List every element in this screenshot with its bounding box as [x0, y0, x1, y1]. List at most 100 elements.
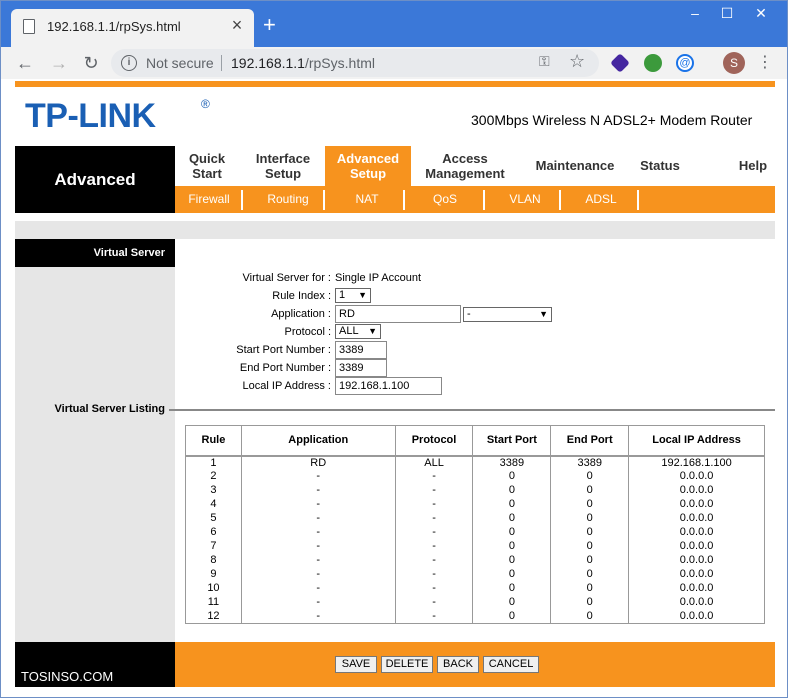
table-header-row: Rule Application Protocol Start Port End Por… — [185, 425, 765, 456]
protocol-label: Protocol : — [284, 326, 331, 338]
delete-button[interactable]: DELETE — [381, 656, 433, 673]
end-port-label: End Port Number : — [239, 362, 331, 374]
protocol-select[interactable]: ALL ▼ — [335, 324, 381, 339]
table-cell: 0 — [550, 511, 630, 526]
chevron-down-icon: ▼ — [539, 309, 548, 319]
info-icon[interactable]: i — [121, 55, 137, 71]
browser-window: 192.168.1.1/rpSys.html × + – ☐ ✕ ← → ↻ i… — [0, 0, 788, 698]
cancel-button[interactable]: CANCEL — [483, 656, 539, 673]
nav-status[interactable]: Status — [633, 158, 687, 173]
table-cell: - — [394, 539, 474, 554]
table-row: 6- -0 0 0.0.0.0 — [185, 525, 765, 540]
rule-index-select[interactable]: 1 ▼ — [335, 288, 371, 303]
key-icon[interactable]: ⚿ — [539, 53, 550, 70]
bookmark-star-icon[interactable]: ☆ — [569, 51, 585, 72]
local-ip-input[interactable]: 192.168.1.100 — [335, 377, 442, 395]
table-cell: - — [394, 581, 474, 596]
table-cell: 0.0.0.0 — [628, 595, 765, 610]
table-cell: - — [240, 553, 396, 568]
nav-access-management[interactable]: Access Management — [419, 151, 511, 181]
maximize-button[interactable]: ☐ — [715, 5, 739, 22]
section-title: Advanced — [54, 170, 136, 189]
subnav-adsl[interactable]: ADSL — [579, 192, 623, 206]
nav-quick-start[interactable]: Quick Start — [175, 151, 239, 181]
back-button[interactable]: ← — [13, 51, 37, 75]
table-row: 5- -0 0 0.0.0.0 — [185, 511, 765, 526]
table-cell: 0 — [550, 567, 630, 582]
browser-tab[interactable]: 192.168.1.1/rpSys.html × — [11, 9, 254, 47]
left-column — [15, 239, 175, 642]
close-window-button[interactable]: ✕ — [749, 5, 773, 22]
nav-maintenance[interactable]: Maintenance — [529, 158, 621, 173]
virtual-server-table: Rule Application Protocol Start Port End Por… — [185, 425, 765, 624]
table-cell: 5 — [185, 511, 242, 526]
subnav-firewall[interactable]: Firewall — [183, 192, 235, 206]
table-cell: 0 — [472, 469, 552, 484]
application-input[interactable]: RD — [335, 305, 461, 323]
reload-button[interactable]: ↻ — [79, 51, 103, 75]
back-button[interactable]: BACK — [437, 656, 479, 673]
rule-index-label: Rule Index : — [272, 290, 331, 302]
profile-avatar[interactable]: S — [723, 52, 745, 74]
table-cell: 12 — [185, 609, 242, 624]
table-cell: - — [394, 469, 474, 484]
table-cell: - — [394, 595, 474, 610]
application-select[interactable]: - ▼ — [463, 307, 552, 322]
end-port-input[interactable]: 3389 — [335, 359, 387, 377]
extension-diamond-icon[interactable] — [610, 53, 630, 73]
table-cell: 9 — [185, 567, 242, 582]
nav-advanced-setup[interactable]: Advanced Setup — [325, 146, 411, 186]
content-divider — [15, 221, 775, 239]
table-cell: 3389 — [472, 454, 552, 470]
address-bar[interactable]: i Not secure 192.168.1.1/rpSys.html ⚿ ☆ — [111, 49, 599, 77]
table-cell: 0 — [472, 525, 552, 540]
table-cell: 0.0.0.0 — [628, 539, 765, 554]
listing-divider — [169, 409, 775, 411]
browser-menu-icon[interactable]: ⋮ — [757, 51, 773, 75]
table-cell: 2 — [185, 469, 242, 484]
table-cell: - — [394, 567, 474, 582]
table-cell: 0.0.0.0 — [628, 511, 765, 526]
subnav-vlan[interactable]: VLAN — [503, 192, 547, 206]
new-tab-button[interactable]: + — [263, 14, 276, 36]
virtual-server-for-label: Virtual Server for : — [242, 272, 331, 284]
save-button[interactable]: SAVE — [335, 656, 377, 673]
subnav-routing[interactable]: Routing — [261, 192, 315, 206]
virtual-server-for-value: Single IP Account — [335, 272, 422, 284]
table-row: 7- -0 0 0.0.0.0 — [185, 539, 765, 554]
table-cell: - — [240, 469, 396, 484]
table-row: 8- -0 0 0.0.0.0 — [185, 553, 765, 568]
subnav-qos[interactable]: QoS — [423, 192, 467, 206]
subnav-separator — [559, 190, 561, 210]
nav-interface-setup[interactable]: Interface Setup — [247, 151, 319, 181]
minimize-button[interactable]: – — [683, 5, 707, 21]
extension-at-icon[interactable]: @ — [676, 54, 694, 72]
table-cell: 0.0.0.0 — [628, 525, 765, 540]
nav-help[interactable]: Help — [731, 158, 775, 173]
document-icon — [23, 19, 35, 34]
table-cell: - — [240, 497, 396, 512]
table-body: 1 RD ALL 3389 3389 192.168.1.100 2- -0 0 0.0.0.0 3… — [185, 454, 765, 624]
table-cell: 8 — [185, 553, 242, 568]
forward-button[interactable]: → — [47, 51, 71, 75]
table-cell: 4 — [185, 497, 242, 512]
table-cell: 0.0.0.0 — [628, 483, 765, 498]
url-text[interactable]: 192.168.1.1/rpSys.html — [231, 55, 375, 71]
table-cell: - — [394, 483, 474, 498]
table-cell: - — [394, 497, 474, 512]
close-tab-icon[interactable]: × — [227, 15, 247, 35]
watermark-text: TOSINSO.COM — [21, 669, 114, 684]
subnav-separator — [637, 190, 639, 210]
extension-globe-icon[interactable] — [644, 54, 662, 72]
start-port-input[interactable]: 3389 — [335, 341, 387, 359]
table-cell: - — [240, 483, 396, 498]
table-cell: 0 — [472, 497, 552, 512]
table-cell: ALL — [394, 454, 474, 470]
table-cell: 0.0.0.0 — [628, 567, 765, 582]
table-row: 1 RD ALL 3389 3389 192.168.1.100 — [185, 454, 765, 470]
table-cell: - — [240, 567, 396, 582]
subnav-nat[interactable]: NAT — [345, 192, 389, 206]
table-cell: - — [394, 553, 474, 568]
table-cell: 0.0.0.0 — [628, 581, 765, 596]
table-cell: 11 — [185, 595, 242, 610]
